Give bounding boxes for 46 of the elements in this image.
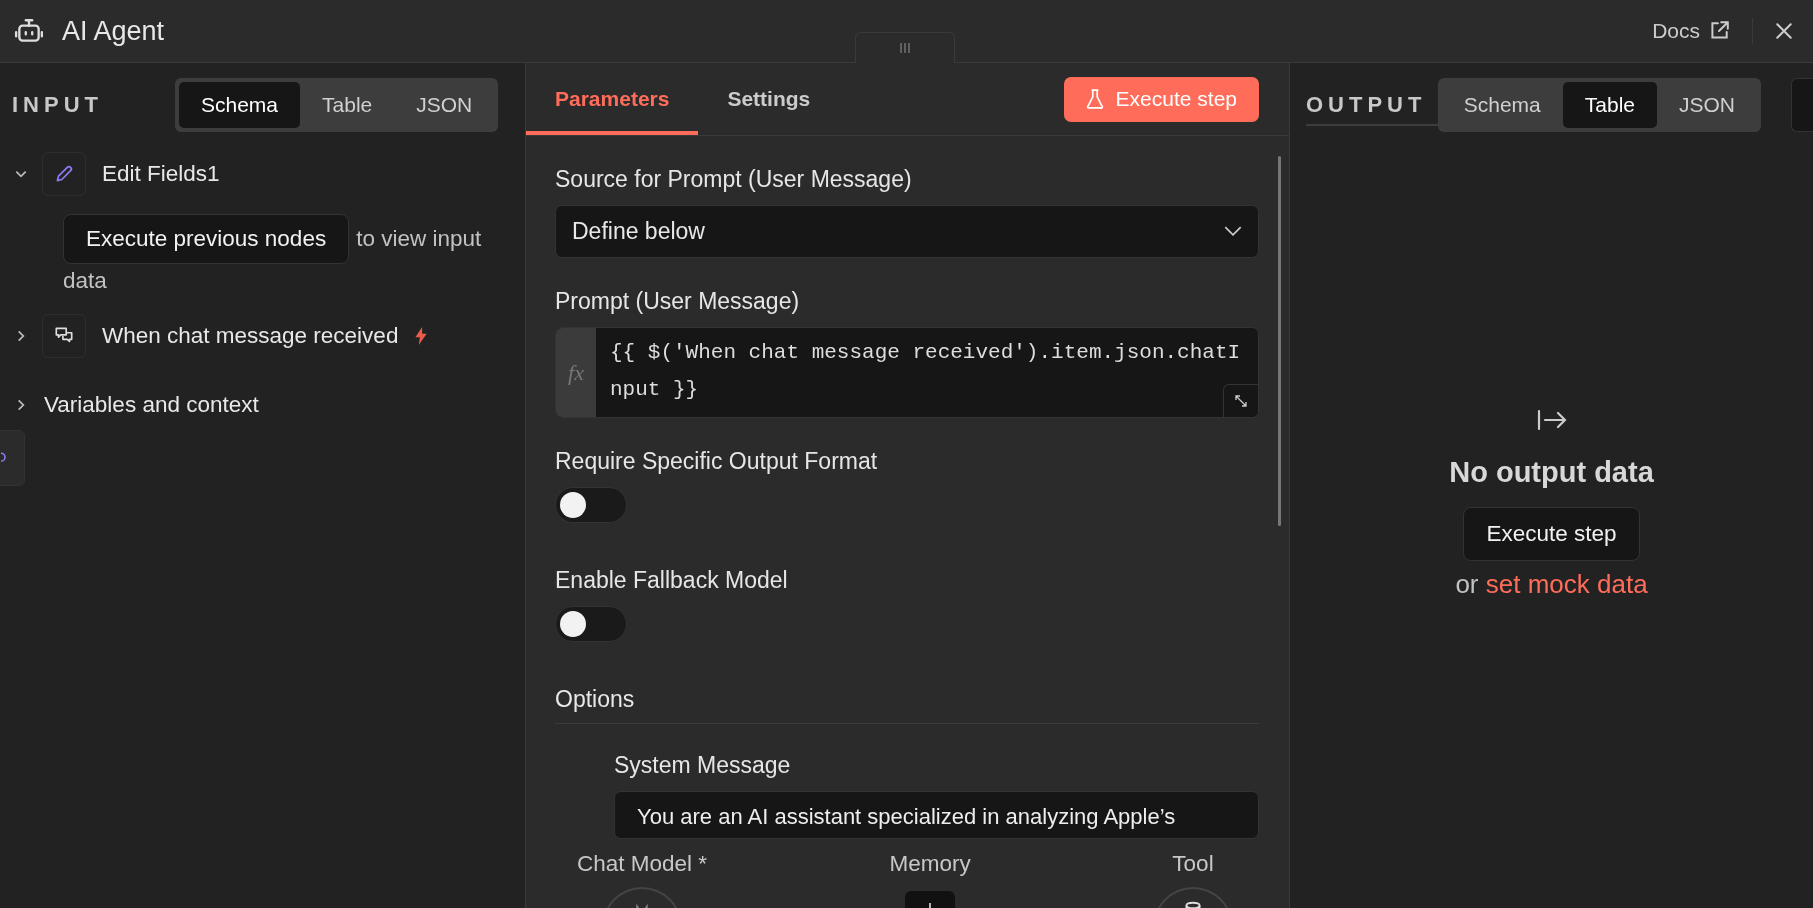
node-name[interactable]: When chat message received bbox=[102, 323, 399, 349]
execute-previous-button[interactable]: Execute previous nodes bbox=[63, 214, 350, 264]
docs-link[interactable]: Docs bbox=[1652, 19, 1700, 43]
hint-text: to view input bbox=[356, 226, 482, 252]
empty-title: No output data bbox=[1449, 456, 1654, 489]
view-tab[interactable]: Table bbox=[1562, 82, 1657, 128]
view-tab[interactable]: JSON bbox=[1657, 82, 1757, 128]
chat-bubbles-icon bbox=[42, 314, 86, 358]
scrollbar[interactable] bbox=[1278, 156, 1281, 526]
execute-step-button[interactable]: Execute step bbox=[1463, 507, 1640, 561]
toggle-switch[interactable] bbox=[555, 606, 627, 642]
view-tab[interactable]: Table bbox=[300, 82, 395, 128]
field-label: Prompt (User Message) bbox=[555, 288, 801, 315]
node-name[interactable]: Edit Fields1 bbox=[102, 161, 220, 187]
flask-icon bbox=[1085, 89, 1104, 109]
connector-label: Tool bbox=[1172, 851, 1214, 877]
connector-label: Chat Model * bbox=[577, 851, 708, 877]
pencil-icon bbox=[42, 152, 86, 196]
set-mock-data-link[interactable]: set mock data bbox=[1485, 569, 1648, 599]
expand-icon[interactable] bbox=[1223, 384, 1258, 417]
panel-tab[interactable]: Settings bbox=[698, 63, 840, 135]
connector-label: Memory bbox=[889, 851, 971, 877]
select-field[interactable]: Define below bbox=[555, 205, 1259, 258]
view-tab[interactable]: JSON bbox=[394, 82, 495, 128]
output-arrow-icon bbox=[1535, 408, 1568, 432]
view-tab[interactable]: Schema bbox=[1441, 82, 1563, 128]
expression-field[interactable]: fx {{ $('When chat message received').item.json.chatInput }} bbox=[555, 327, 1259, 418]
field-label: Source for Prompt (User Message) bbox=[555, 166, 913, 193]
window-title: AI Agent bbox=[62, 15, 165, 47]
toggle-switch[interactable] bbox=[555, 487, 627, 523]
hint-text: data bbox=[63, 268, 108, 294]
drag-handle[interactable] bbox=[855, 32, 955, 63]
system-message-field[interactable]: You are an AI assistant specialized in analyzing Apple’s bbox=[614, 791, 1259, 839]
field-label: System Message bbox=[614, 752, 792, 779]
view-tab[interactable]: Schema bbox=[179, 82, 301, 128]
field-label: Enable Fallback Model bbox=[555, 567, 789, 594]
input-heading: INPUT bbox=[12, 92, 104, 118]
or-text: or bbox=[1455, 569, 1479, 599]
field-label: Require Specific Output Format bbox=[555, 448, 879, 475]
chevron-down-icon bbox=[1224, 226, 1242, 237]
side-handle[interactable] bbox=[0, 430, 25, 486]
options-heading: Options bbox=[555, 686, 1259, 724]
variables-label[interactable]: Variables and context bbox=[44, 392, 259, 418]
close-icon[interactable] bbox=[1775, 22, 1793, 40]
external-link-icon bbox=[1708, 20, 1730, 42]
panel-tab[interactable]: Parameters bbox=[526, 63, 699, 135]
